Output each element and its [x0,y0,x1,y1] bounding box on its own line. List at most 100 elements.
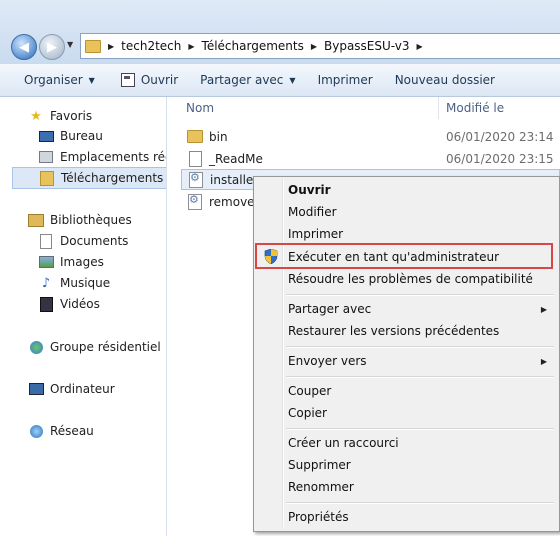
nav-label: Musique [60,276,111,290]
open-icon [120,73,135,87]
chevron-down-icon: ▼ [88,75,95,85]
menu-item-copier[interactable]: Copier [256,402,555,424]
document-icon [187,150,203,167]
breadcrumb-separator[interactable]: ▶ [417,42,423,51]
nav-videos[interactable]: Vidéos [38,294,166,314]
context-menu: Ouvrir Modifier Imprimer Exécuter en tan… [253,176,560,532]
menu-label: Imprimer [288,227,344,241]
file-name: bin [209,129,228,144]
menu-item-resoudre-compatibilite[interactable]: Résoudre les problèmes de compatibilité [256,268,555,290]
nav-label: Bibliothèques [50,213,132,227]
menu-item-supprimer[interactable]: Supprimer [256,454,555,476]
nav-telechargements[interactable]: Téléchargements [12,167,166,189]
menu-item-renommer[interactable]: Renommer [256,476,555,498]
computer-icon [28,382,44,396]
documents-icon [38,233,54,249]
breadcrumb-separator[interactable]: ▶ [311,42,317,51]
nav-label: Emplacements récen [60,150,166,164]
nav-label: Images [60,255,104,269]
nav-musique[interactable]: ♪ Musique [38,273,166,293]
menu-separator [286,346,554,348]
organiser-label: Organiser [24,73,83,87]
menu-separator [286,428,554,430]
submenu-arrow-icon: ▶ [540,304,547,314]
nav-favoris[interactable]: ★ Favoris [28,106,166,126]
history-dropdown-icon[interactable]: ▼ [67,40,73,49]
ouvrir-button[interactable]: Ouvrir [113,64,186,96]
breadcrumb-telechargements[interactable]: Téléchargements [202,39,304,53]
forward-button[interactable]: ▶ [39,34,65,60]
file-row[interactable]: _ReadMe 06/01/2020 23:15 [181,148,560,169]
ouvrir-label: Ouvrir [140,73,179,87]
imprimer-label: Imprimer [317,73,373,87]
nav-reseau[interactable]: Réseau [28,421,166,441]
breadcrumb-bypassesu[interactable]: BypassESU-v3 [324,39,410,53]
nav-label: Favoris [50,109,93,123]
nav-emplacements-recents[interactable]: Emplacements récen [38,147,166,167]
back-button[interactable]: ◀ [11,34,37,60]
menu-label: Copier [288,406,327,420]
file-row[interactable]: bin 06/01/2020 23:14 [181,126,560,147]
menu-item-couper[interactable]: Couper [256,380,555,402]
menu-item-envoyer-vers[interactable]: Envoyer vers ▶ [256,350,555,372]
menu-item-imprimer[interactable]: Imprimer [256,223,555,245]
menu-label: Propriétés [288,510,349,524]
highlight-box [255,243,553,269]
libraries-icon [28,213,44,227]
partager-label: Partager avec [200,73,284,87]
recent-places-icon [38,150,54,164]
column-modified-header[interactable]: Modifié le [446,101,504,115]
downloads-folder-icon [39,170,55,186]
forward-arrow-icon: ▶ [47,39,57,55]
menu-item-modifier[interactable]: Modifier [256,201,555,223]
breadcrumb-tech2tech[interactable]: tech2tech [121,39,181,53]
nav-documents[interactable]: Documents [38,231,166,251]
submenu-arrow-icon: ▶ [540,356,547,366]
column-divider[interactable] [438,97,439,119]
menu-item-creer-raccourci[interactable]: Créer un raccourci [256,432,555,454]
nav-ordinateur[interactable]: Ordinateur [28,379,166,399]
nav-bibliotheques[interactable]: Bibliothèques [28,210,166,230]
menu-item-ouvrir[interactable]: Ouvrir [256,179,555,201]
menu-label: Envoyer vers [288,354,367,368]
music-note-icon: ♪ [41,275,51,291]
menu-label: Partager avec [288,302,372,316]
breadcrumb-separator[interactable]: ▶ [108,42,114,51]
batch-file-icon [188,171,204,188]
menu-label: Supprimer [288,458,351,472]
nav-label: Documents [60,234,129,248]
desktop-icon [38,129,54,143]
nav-label: Bureau [60,129,103,143]
file-name: remover [209,194,260,209]
menu-item-partager-avec[interactable]: Partager avec ▶ [256,298,555,320]
menu-label: Créer un raccourci [288,436,399,450]
menu-separator [286,376,554,378]
breadcrumb-separator[interactable]: ▶ [188,42,194,51]
nav-images[interactable]: Images [38,252,166,272]
menu-item-restaurer-versions[interactable]: Restaurer les versions précédentes [256,320,555,342]
menu-label: Couper [288,384,332,398]
menu-item-proprietes[interactable]: Propriétés [256,506,555,528]
menu-label: Renommer [288,480,354,494]
homegroup-icon [28,340,44,354]
file-name: _ReadMe [209,151,263,166]
menu-separator [286,502,554,504]
nouveau-dossier-button[interactable]: Nouveau dossier [387,64,503,96]
network-icon [28,424,44,438]
chevron-down-icon: ▼ [289,75,296,85]
nav-groupe-residentiel[interactable]: Groupe résidentiel [28,337,166,357]
nav-bureau[interactable]: Bureau [38,126,166,146]
folder-icon [187,129,203,145]
file-name: installer [210,172,259,187]
partager-button[interactable]: Partager avec ▼ [192,64,303,96]
column-headers: Nom Modifié le [178,97,560,119]
column-name-header[interactable]: Nom [186,101,214,115]
address-bar[interactable]: ▶ tech2tech ▶ Téléchargements ▶ BypassES… [80,33,560,59]
nav-label: Réseau [50,424,94,438]
organiser-button[interactable]: Organiser ▼ [16,64,103,96]
imprimer-button[interactable]: Imprimer [310,64,381,96]
batch-file-icon [187,193,203,210]
nav-label: Vidéos [60,297,100,311]
folder-icon [85,39,101,53]
menu-label: Résoudre les problèmes de compatibilité [288,272,533,286]
